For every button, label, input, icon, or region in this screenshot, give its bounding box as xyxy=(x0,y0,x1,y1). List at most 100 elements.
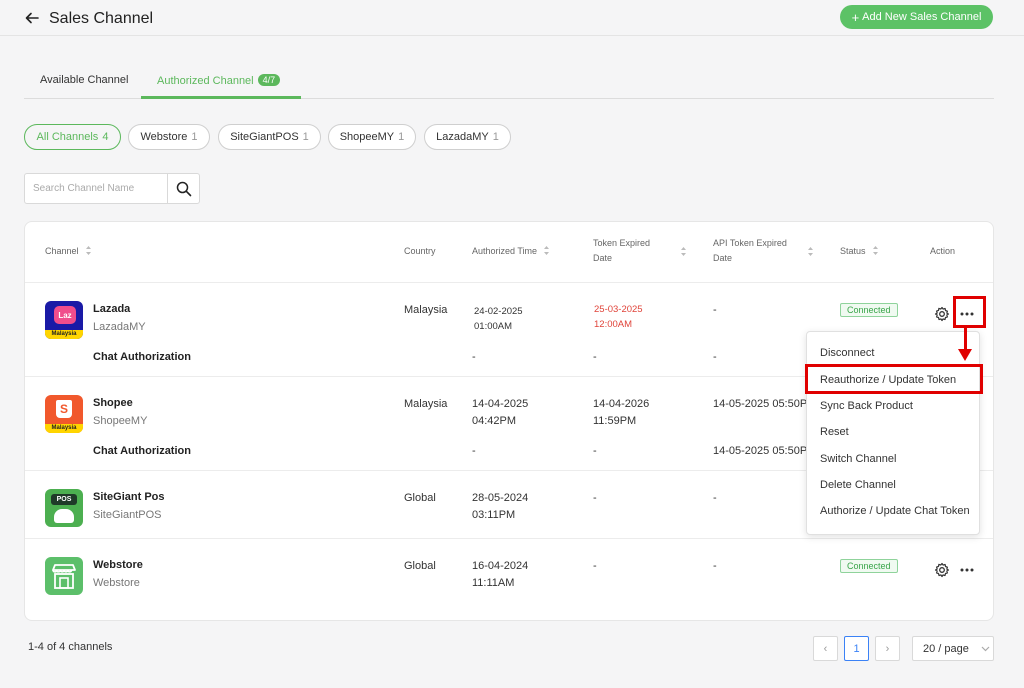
status-badge: Connected xyxy=(840,303,898,317)
channel-subname: LazadaMY xyxy=(93,321,146,333)
chip-label: ShopeeMY xyxy=(339,131,395,143)
page-size-select[interactable]: 20 / page xyxy=(912,636,994,661)
gear-icon[interactable] xyxy=(933,305,951,323)
search-button[interactable] xyxy=(167,173,200,204)
menu-item-switch-channel[interactable]: Switch Channel xyxy=(820,453,896,465)
plus-icon: + xyxy=(851,9,860,25)
authorized-time: 24-02-2025 01:00AM xyxy=(474,304,523,334)
tab-authorized-channel[interactable]: Authorized Channel 4/7 xyxy=(157,74,281,87)
column-header-api-token-expired[interactable]: API Token Expired Date xyxy=(713,236,787,266)
tab-count-badge: 4/7 xyxy=(257,74,281,86)
chat-token-expired: - xyxy=(593,351,597,363)
chip-count: 1 xyxy=(398,131,405,143)
channel-name: Lazada xyxy=(93,303,131,315)
column-header-status[interactable]: Status xyxy=(840,244,879,259)
back-arrow-icon[interactable] xyxy=(24,10,40,26)
channel-name: SiteGiant Pos xyxy=(93,491,165,503)
header-label: Date xyxy=(593,253,613,263)
token-expired-date: - xyxy=(593,560,597,572)
chat-authorization-label: Chat Authorization xyxy=(93,351,191,363)
more-options-icon[interactable] xyxy=(958,561,976,579)
annotation-arrow-head-icon xyxy=(958,349,972,361)
sort-icon xyxy=(85,246,91,255)
token-date: 14-04-2026 xyxy=(593,398,650,410)
sort-icon xyxy=(872,246,878,255)
webstore-logo xyxy=(45,557,83,595)
chip-label: SiteGiantPOS xyxy=(230,131,299,143)
channel-name: Webstore xyxy=(93,559,143,571)
sitegiant-pos-logo: POS xyxy=(45,489,83,527)
menu-item-delete-channel[interactable]: Delete Channel xyxy=(820,479,896,491)
menu-item-authorize-update-chat-token[interactable]: Authorize / Update Chat Token xyxy=(820,505,970,517)
reauthorize-highlight xyxy=(805,364,983,394)
channel-subname: ShopeeMY xyxy=(93,415,148,427)
filter-chip-webstore[interactable]: Webstore 1 xyxy=(128,124,210,150)
chevron-right-icon: › xyxy=(885,642,890,655)
chevron-left-icon: ‹ xyxy=(823,642,828,655)
chat-authorized-time: - xyxy=(472,445,476,457)
more-button-highlight xyxy=(953,296,986,328)
page-size-value: 20 / page xyxy=(923,642,969,655)
channel-country: Global xyxy=(404,492,436,504)
chevron-down-icon xyxy=(981,646,990,651)
annotation-arrow xyxy=(964,328,967,350)
tab-available-channel[interactable]: Available Channel xyxy=(40,74,128,86)
gear-icon[interactable] xyxy=(933,561,951,579)
auth-date: 24-02-2025 xyxy=(474,306,523,317)
pagination-summary: 1-4 of 4 channels xyxy=(28,641,113,653)
sort-icon[interactable] xyxy=(807,246,814,257)
tab-label: Authorized Channel xyxy=(157,75,254,87)
token-time: 11:59PM xyxy=(593,415,637,427)
auth-date: 28-05-2024 xyxy=(472,492,529,504)
chat-api-token-expired: 14-05-2025 05:50PM xyxy=(713,445,808,457)
menu-item-disconnect[interactable]: Disconnect xyxy=(820,347,874,359)
column-header-token-expired[interactable]: Token Expired Date xyxy=(593,236,650,266)
auth-time: 03:11PM xyxy=(472,509,516,521)
filter-chip-sitegiantpos[interactable]: SiteGiantPOS 1 xyxy=(218,124,321,150)
row-divider xyxy=(25,282,993,283)
token-expired-date: - xyxy=(593,492,597,504)
chip-count: 1 xyxy=(302,131,309,143)
header-label: Channel xyxy=(45,246,79,256)
chip-label: Webstore xyxy=(140,131,188,143)
row-divider xyxy=(25,538,993,539)
search-channel-input[interactable] xyxy=(24,173,168,204)
menu-item-sync-back-product[interactable]: Sync Back Product xyxy=(820,400,913,412)
sort-icon xyxy=(544,246,550,255)
api-token-expired: - xyxy=(713,560,717,572)
next-page-button[interactable]: › xyxy=(875,636,900,661)
add-new-sales-channel-button[interactable]: + Add New Sales Channel xyxy=(840,5,993,29)
page-button[interactable]: 1 xyxy=(844,636,869,661)
page-header: Sales Channel + Add New Sales Channel xyxy=(0,0,1024,36)
logo-caption: Malaysia xyxy=(45,424,83,433)
chip-label: All Channels xyxy=(36,131,99,143)
robot-icon xyxy=(54,509,74,523)
action-dropdown-menu: Disconnect Reauthorize / Update Token Sy… xyxy=(806,331,980,535)
filter-chip-all-channels[interactable]: All Channels 4 xyxy=(24,124,121,150)
add-button-label: Add New Sales Channel xyxy=(862,11,982,23)
page-title: Sales Channel xyxy=(49,10,154,27)
channel-country: Malaysia xyxy=(404,304,448,316)
authorized-time: 16-04-2024 11:11AM xyxy=(472,558,528,592)
channel-country: Malaysia xyxy=(404,398,448,410)
sort-icon[interactable] xyxy=(680,246,687,257)
header-label: Status xyxy=(840,246,866,256)
header-label: Token Expired xyxy=(593,238,651,248)
column-header-authorized-time[interactable]: Authorized Time xyxy=(472,244,550,259)
chat-token-expired: - xyxy=(593,445,597,457)
auth-time: 11:11AM xyxy=(472,577,515,589)
shopee-logo: S Malaysia xyxy=(45,395,83,433)
column-header-action: Action xyxy=(930,246,956,256)
column-header-country: Country xyxy=(404,246,436,256)
tab-label: Available Channel xyxy=(40,74,129,86)
menu-item-reset[interactable]: Reset xyxy=(820,426,849,438)
column-header-channel[interactable]: Channel xyxy=(45,244,92,259)
prev-page-button[interactable]: ‹ xyxy=(813,636,838,661)
header-label: API Token Expired xyxy=(713,238,787,248)
chat-authorization-label: Chat Authorization xyxy=(93,445,191,457)
channel-name: Shopee xyxy=(93,397,133,409)
api-token-expired: - xyxy=(713,304,717,316)
auth-time: 04:42PM xyxy=(472,415,517,427)
filter-chip-shopeemy[interactable]: ShopeeMY 1 xyxy=(328,124,416,150)
filter-chip-lazadamy[interactable]: LazadaMY 1 xyxy=(424,124,511,150)
